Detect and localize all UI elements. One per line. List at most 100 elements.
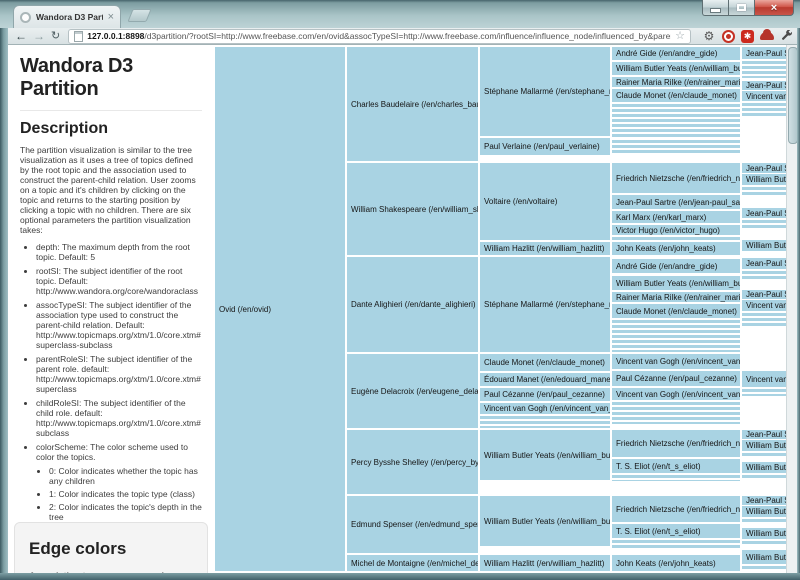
partition-cell[interactable]: William Hazlitt (/en/william_hazlitt): [480, 555, 610, 571]
partition-cell[interactable]: Jean-Paul Sartre (/en/jean-paul_sartre): [742, 496, 787, 505]
partition-mini-cells[interactable]: [612, 475, 740, 481]
partition-mini-cells[interactable]: [742, 453, 787, 458]
record-extension-icon[interactable]: [722, 30, 735, 43]
partition-cell[interactable]: André Gide (/en/andre_gide): [612, 259, 740, 273]
divider: [20, 110, 202, 111]
partition-cell[interactable]: Jean-Paul Sartre (/en/jean-paul_sartre): [742, 430, 787, 439]
partition-cell[interactable]: Stéphane Mallarmé (/en/stephane_mallarme…: [480, 257, 610, 352]
partition-viz: Ovid (/en/ovid)Charles Baudelaire (/en/c…: [215, 45, 787, 573]
page-scrollbar[interactable]: [786, 45, 797, 573]
partition-cell[interactable]: Vincent van Gogh (/en/vincent_van_gogh): [612, 388, 740, 400]
partition-cell[interactable]: Vincent van Gogh (/en/vincent_van_gogh): [742, 91, 787, 101]
partition-cell[interactable]: Jean-Paul Sartre (/en/jean-paul_sartre): [742, 290, 787, 299]
partition-cell[interactable]: William Butler Yeats (/en/william_butler…: [742, 506, 787, 517]
partition-cell[interactable]: Friedrich Nietzsche (/en/friedrich_nietz…: [612, 430, 740, 457]
description-heading: Description: [20, 120, 202, 138]
partition-mini-cells[interactable]: [742, 475, 787, 480]
partition-mini-cells[interactable]: [742, 519, 787, 524]
partition-cell[interactable]: Edmund Spenser (/en/edmund_spenser): [347, 496, 478, 553]
sidebar: Wandora D3 Partition Description The par…: [8, 45, 214, 573]
partition-cell[interactable]: Rainer Maria Rilke (/en/rainer_maria_ril…: [612, 292, 740, 302]
partition-cell[interactable]: William Butler Yeats (/en/william_butler…: [742, 462, 787, 473]
partition-cell[interactable]: William Butler Yeats (/en/william_butler…: [742, 440, 787, 451]
partition-mini-cells[interactable]: [612, 320, 740, 352]
partition-mini-cells[interactable]: [612, 140, 740, 154]
partition-cell[interactable]: William Butler Yeats (/en/william_butler…: [612, 62, 740, 75]
partition-cell[interactable]: William Butler Yeats (/en/william_butler…: [742, 528, 787, 539]
partition-cell[interactable]: William Shakespeare (/en/william_shakesp…: [347, 163, 478, 255]
partition-cell[interactable]: T. S. Eliot (/en/t_s_eliot): [612, 459, 740, 473]
partition-cell[interactable]: T. S. Eliot (/en/t_s_eliot): [612, 524, 740, 538]
new-tab-button[interactable]: [127, 9, 151, 22]
partition-cell[interactable]: John Keats (/en/john_keats): [612, 555, 740, 571]
partition-mini-cells[interactable]: [742, 61, 787, 78]
browser-tab[interactable]: Wandora D3 Partition ×: [13, 5, 121, 28]
forward-icon[interactable]: →: [33, 30, 45, 42]
partition-cell[interactable]: Friedrich Nietzsche (/en/friedrich_nietz…: [612, 163, 740, 193]
partition-cell[interactable]: Jean-Paul Sartre (/en/jean-paul_sartre): [612, 195, 740, 209]
partition-cell[interactable]: Michel de Montaigne (/en/michel_de_monta…: [347, 555, 478, 571]
partition-cell[interactable]: Rainer Maria Rilke (/en/rainer_maria_ril…: [612, 77, 740, 87]
partition-cell[interactable]: Paul Verlaine (/en/paul_verlaine): [480, 138, 610, 155]
partition-mini-cells[interactable]: [612, 540, 740, 550]
partition-cell[interactable]: Claude Monet (/en/claude_monet): [480, 354, 610, 371]
partition-cell[interactable]: Percy Bysshe Shelley (/en/percy_bysshe_s…: [347, 430, 478, 494]
partition-cell[interactable]: John Keats (/en/john_keats): [612, 242, 740, 255]
partition-cell[interactable]: Friedrich Nietzsche (/en/friedrich_nietz…: [612, 496, 740, 522]
window-close-button[interactable]: ×: [754, 0, 794, 16]
partition-cell[interactable]: Paul Cézanne (/en/paul_cezanne): [480, 388, 610, 401]
partition-cell[interactable]: William Butler Yeats (/en/william_butler…: [742, 550, 787, 564]
partition-cell[interactable]: William Butler Yeats (/en/william_butler…: [742, 174, 787, 185]
partition-cell[interactable]: William Butler Yeats (/en/william_butler…: [480, 496, 610, 546]
partition-cell[interactable]: Jean-Paul Sartre (/en/jean-paul_sartre): [742, 258, 787, 269]
partition-cell[interactable]: Jean-Paul Sartre (/en/jean-paul_sartre): [742, 81, 787, 90]
tab-close-icon[interactable]: ×: [108, 12, 114, 23]
back-icon[interactable]: ←: [15, 30, 27, 42]
partition-cell[interactable]: Paul Cézanne (/en/paul_cezanne): [612, 371, 740, 386]
car-extension-icon[interactable]: [760, 32, 774, 40]
partition-cell[interactable]: Stéphane Mallarmé (/en/stephane_mallarme…: [480, 47, 610, 136]
partition-cell[interactable]: Claude Monet (/en/claude_monet): [612, 304, 740, 318]
partition-mini-cells[interactable]: [742, 103, 787, 117]
partition-cell[interactable]: William Butler Yeats (/en/william_butler…: [480, 430, 610, 480]
reload-icon[interactable]: ↻: [51, 31, 60, 42]
partition-cell[interactable]: Voltaire (/en/voltaire): [480, 163, 610, 240]
partition-mini-cells[interactable]: [742, 220, 787, 228]
bookmark-star-icon[interactable]: ☆: [675, 31, 685, 42]
url-bar[interactable]: 127.0.0.1:8898/d3partition/?rootSI=http:…: [68, 29, 691, 44]
partition-mini-cells[interactable]: [742, 313, 787, 326]
partition-cell[interactable]: Claude Monet (/en/claude_monet): [612, 89, 740, 102]
partition-cell[interactable]: André Gide (/en/andre_gide): [612, 47, 740, 60]
wrench-menu-icon[interactable]: [780, 30, 793, 42]
partition-cell[interactable]: Vincent van Gogh (/en/vincent_van_gogh): [742, 300, 787, 311]
partition-cell[interactable]: Ovid (/en/ovid): [215, 47, 345, 571]
partition-cell[interactable]: Karl Marx (/en/karl_marx): [612, 211, 740, 223]
partition-cell[interactable]: Jean-Paul Sartre (/en/jean-paul_sartre): [742, 47, 787, 59]
partition-cell[interactable]: Jean-Paul Sartre (/en/jean-paul_sartre): [742, 208, 787, 218]
partition-mini-cells[interactable]: [612, 104, 740, 137]
partition-cell[interactable]: Vincent van Gogh (/en/vincent_van_gogh): [612, 354, 740, 369]
window-minimize-button[interactable]: [702, 0, 728, 16]
partition-cell[interactable]: Victor Hugo (/en/victor_hugo): [612, 225, 740, 235]
partition-mini-cells[interactable]: [612, 402, 740, 424]
partition-mini-cells[interactable]: [742, 187, 787, 196]
partition-cell[interactable]: William Butler Yeats (/en/william_butler…: [742, 240, 787, 251]
window-maximize-button[interactable]: [728, 0, 754, 16]
partition-cell[interactable]: Jean-Paul Sartre (/en/jean-paul_sartre): [742, 163, 787, 173]
partition-cell[interactable]: Eugène Delacroix (/en/eugene_delacroix): [347, 354, 478, 428]
partition-mini-cells[interactable]: [742, 541, 787, 546]
partition-cell[interactable]: Dante Alighieri (/en/dante_alighieri): [347, 257, 478, 352]
partition-mini-cells[interactable]: [480, 416, 610, 428]
partition-mini-cells[interactable]: [742, 566, 787, 570]
partition-cell[interactable]: William Hazlitt (/en/william_hazlitt): [480, 242, 610, 255]
partition-mini-cells[interactable]: [742, 271, 787, 279]
asterisk-extension-icon[interactable]: ✱: [741, 30, 754, 43]
partition-cell[interactable]: Édouard Manet (/en/edouard_manet): [480, 373, 610, 386]
partition-cell[interactable]: Vincent van Gogh (/en/vincent_van_gogh): [480, 403, 610, 414]
partition-cell[interactable]: Vincent van Gogh (/en/vincent_van_gogh): [742, 371, 787, 387]
partition-cell[interactable]: William Butler Yeats (/en/william_butler…: [612, 276, 740, 290]
partition-cell[interactable]: Charles Baudelaire (/en/charles_baudelai…: [347, 47, 478, 161]
partition-mini-cells[interactable]: [612, 237, 740, 241]
partition-mini-cells[interactable]: [742, 389, 787, 396]
gear-extension-icon[interactable]: ⚙: [702, 29, 716, 43]
